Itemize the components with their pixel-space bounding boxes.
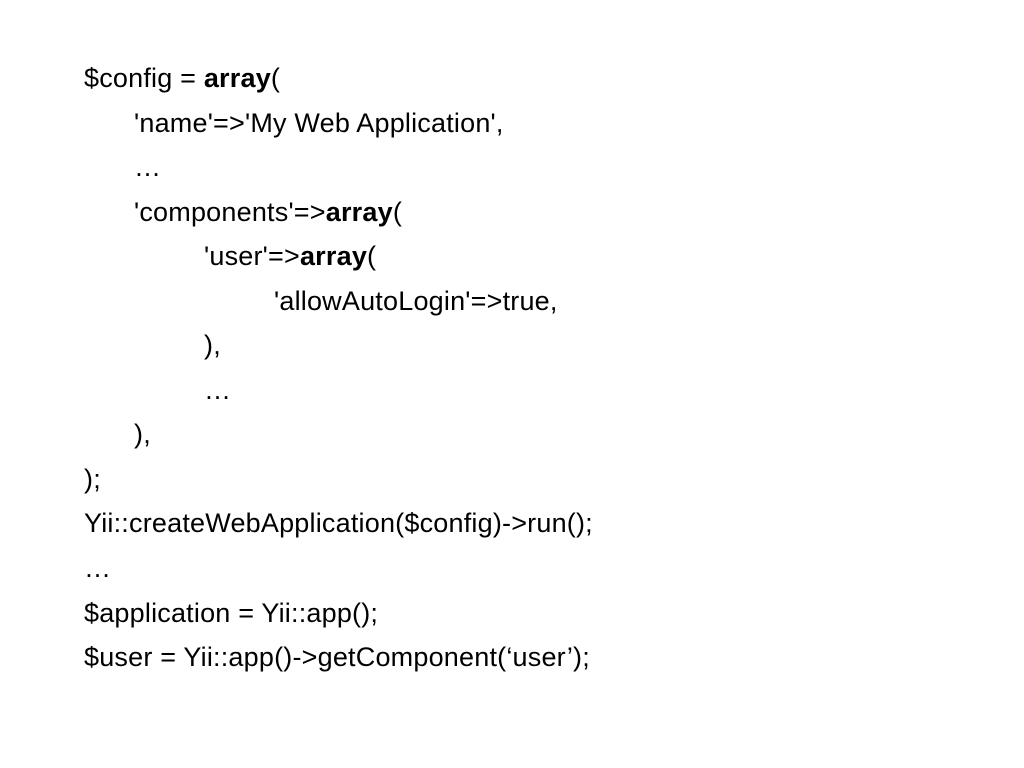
- code-text: 'user'=>: [204, 241, 300, 271]
- code-keyword-array: array: [326, 197, 393, 227]
- code-line: $application = Yii::app();: [84, 591, 1024, 636]
- code-line: Yii::createWebApplication($config)->run(…: [84, 501, 1024, 546]
- code-text: 'allowAutoLogin'=>true,: [274, 286, 558, 316]
- code-line: 'user'=>array(: [84, 234, 1024, 279]
- code-text: 'components'=>: [134, 197, 326, 227]
- code-text: (: [393, 197, 402, 227]
- code-text: $config =: [84, 63, 204, 93]
- code-line: $config = array(: [84, 56, 1024, 101]
- code-line: ),: [84, 323, 1024, 368]
- code-line: …: [84, 368, 1024, 413]
- code-keyword-array: array: [204, 63, 271, 93]
- code-ellipsis: …: [84, 553, 111, 583]
- code-line: …: [84, 546, 1024, 591]
- code-text: ),: [134, 419, 151, 449]
- code-line: 'name'=>'My Web Application',: [84, 101, 1024, 146]
- code-text: $user = Yii::app()->getComponent(‘user’)…: [84, 642, 590, 672]
- code-line: 'components'=>array(: [84, 190, 1024, 235]
- code-text: ),: [204, 330, 221, 360]
- code-text: $application = Yii::app();: [84, 598, 378, 628]
- code-slide: $config = array( 'name'=>'My Web Applica…: [0, 0, 1024, 680]
- code-line: );: [84, 457, 1024, 502]
- code-text: (: [271, 63, 280, 93]
- code-line: …: [84, 145, 1024, 190]
- code-line: 'allowAutoLogin'=>true,: [84, 279, 1024, 324]
- code-ellipsis: …: [204, 375, 231, 405]
- code-text: 'name'=>'My Web Application',: [134, 108, 504, 138]
- code-keyword-array: array: [300, 241, 367, 271]
- code-line: $user = Yii::app()->getComponent(‘user’)…: [84, 635, 1024, 680]
- code-text: Yii::createWebApplication($config)->run(…: [84, 508, 593, 538]
- code-text: );: [84, 464, 101, 494]
- code-line: ),: [84, 412, 1024, 457]
- code-ellipsis: …: [134, 152, 161, 182]
- code-text: (: [367, 241, 376, 271]
